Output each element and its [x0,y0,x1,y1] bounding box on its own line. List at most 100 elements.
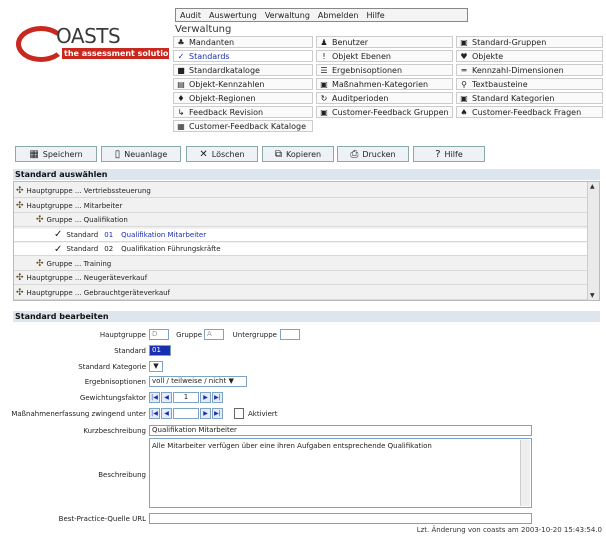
menu-bar: Audit Auswertung Verwaltung Abmelden Hil… [175,8,468,22]
nav-item-label: Textbausteine [472,79,528,89]
hilfe-button[interactable]: ? Hilfe [413,146,485,162]
nav-item-label: Standard-Gruppen [472,37,547,47]
nav-item-18[interactable]: ♠ Customer-Feedback Fragen [456,106,603,118]
nav-item-12[interactable]: ⚲ Textbausteine [456,78,603,90]
menu-audit[interactable]: Audit [176,11,205,20]
nav-item-16[interactable]: ↳ Feedback Revision [173,106,313,118]
toolbar-button-label: Neuanlage [124,149,168,159]
nav-item-1[interactable]: ♣ Mandanten [173,36,313,48]
nav-item-4[interactable]: ✓ Standards [173,50,313,62]
nav-title: Verwaltung [175,24,232,35]
nav-item-6[interactable]: ♥ Objekte [456,50,603,62]
kategorie-select[interactable]: ▼ [149,361,163,372]
speichern-button[interactable]: ▦ Speichern [15,146,97,162]
nav-item-19[interactable]: ▦ Customer-Feedback Kataloge [173,120,313,132]
ergebnisoptionen-icon: ☰ [320,65,328,75]
nav-item-10[interactable]: ▤ Objekt-Kennzahlen [173,78,313,90]
tree-group-row[interactable]: ✣ Hauptgruppe ... Neugeräteverkauf [14,272,589,285]
tree-scrollbar[interactable]: ▲ ▼ [587,182,599,300]
tree-row-label: Gruppe ... Qualifikation [46,216,128,224]
tree-group-row[interactable]: ✣ Hauptgruppe ... Vertriebssteuerung [14,185,589,198]
löschen-button[interactable]: ✕ Löschen [186,146,258,162]
print-icon: ⎙ [350,148,359,160]
untergruppe-field[interactable] [280,329,300,340]
last-change-status: Lzt. Änderung von coasts am 2003-10-20 1… [416,526,602,534]
select-section-header: Standard auswählen [13,169,600,180]
gruppe-field[interactable]: A [204,329,224,340]
edit-section-header: Standard bearbeiten [13,311,600,322]
nav-item-label: Ergebnisoptionen [332,65,403,75]
objekt-kennzahlen-icon: ▤ [177,79,185,89]
objekte-icon: ♥ [460,51,468,61]
tree-group-row[interactable]: ✣ Hauptgruppe ... Gebrauchtgeräteverkauf [14,287,589,300]
nav-item-7[interactable]: ■ Standardkataloge [173,64,313,76]
hauptgruppe-field[interactable]: D [149,329,169,340]
nav-item-17[interactable]: ▣ Customer-Feedback Gruppen [316,106,453,118]
standard-number: 02 [104,245,114,253]
beschreibung-textarea[interactable]: Alle Mitarbeiter verfügen über eine ihre… [149,438,532,508]
massnahme-prev-icon[interactable]: ◀ [161,408,172,419]
massnahme-first-icon[interactable]: |◀ [149,408,160,419]
url-field[interactable] [149,513,532,524]
nav-item-label: Benutzer [332,37,369,47]
gewicht-first-icon[interactable]: |◀ [149,392,160,403]
neuanlage-button[interactable]: ▯ Neuanlage [101,146,181,162]
aktiviert-checkbox[interactable] [234,408,244,419]
nav-item-13[interactable]: ♦ Objekt-Regionen [173,92,313,104]
ergebnis-value: voll / teilweise / nicht [152,377,227,385]
toolbar-button-label: Hilfe [444,149,463,159]
menu-hilfe[interactable]: Hilfe [362,11,388,20]
drucken-button[interactable]: ⎙ Drucken [337,146,409,162]
textarea-scrollbar[interactable] [520,440,530,506]
nav-item-11[interactable]: ▣ Maßnahmen-Kategorien [316,78,453,90]
gewicht-field[interactable]: 1 [173,392,199,403]
feedback-revision-icon: ↳ [177,107,185,117]
check-icon: ✓ [54,243,63,255]
tree-standard-row[interactable]: ✓ Standard 02 Qualifikation Führungskräfte [14,243,589,256]
check-icon: ✓ [54,229,63,240]
standardkataloge-icon: ■ [177,65,185,75]
nav-item-9[interactable]: ═ Kennzahl-Dimensionen [456,64,603,76]
scroll-down-icon[interactable]: ▼ [590,292,595,299]
nav-item-label: Customer-Feedback Kataloge [189,121,307,131]
nav-item-label: Customer-Feedback Gruppen [332,107,449,117]
chevron-down-icon: ▼ [228,377,234,385]
tree-group-row[interactable]: ✣ Gruppe ... Qualifikation [14,214,589,227]
nav-item-15[interactable]: ▣ Standard Kategorien [456,92,603,104]
nav-item-label: Auditperioden [332,93,389,103]
nav-item-label: Feedback Revision [189,107,264,117]
tree-group-row[interactable]: ✣ Gruppe ... Training [14,258,589,271]
nav-item-5[interactable]: ! Objekt Ebenen [316,50,453,62]
new-icon: ▯ [114,148,121,160]
toolbar-button-label: Kopieren [286,149,322,159]
massnahme-field[interactable] [173,408,199,419]
scroll-up-icon[interactable]: ▲ [590,183,595,190]
menu-abmelden[interactable]: Abmelden [314,11,363,20]
objekt-ebenen-icon: ! [322,51,326,61]
standard-kategorien-icon: ▣ [460,93,468,103]
nav-item-14[interactable]: ↻ Auditperioden [316,92,453,104]
gewicht-prev-icon[interactable]: ◀ [161,392,172,403]
nav-item-2[interactable]: ♟ Benutzer [316,36,453,48]
kennzahl-dimensionen-icon: ═ [461,65,467,75]
gewicht-last-icon[interactable]: ▶| [212,392,223,403]
gewicht-next-icon[interactable]: ▶ [200,392,211,403]
tree-standard-row[interactable]: ✓ Standard 01 Qualifikation Mitarbeiter [14,228,589,242]
tree-group-row[interactable]: ✣ Hauptgruppe ... Mitarbeiter [14,200,589,213]
nav-item-label: Objekt Ebenen [332,51,391,61]
menu-verwaltung[interactable]: Verwaltung [261,11,314,20]
group-tree-icon: ✣ [16,200,24,211]
massnahme-next-icon[interactable]: ▶ [200,408,211,419]
chevron-down-icon: ▼ [153,362,159,370]
massnahme-last-icon[interactable]: ▶| [212,408,223,419]
nav-item-label: Kennzahl-Dimensionen [472,65,564,75]
menu-auswertung[interactable]: Auswertung [205,11,261,20]
nav-item-8[interactable]: ☰ Ergebnisoptionen [316,64,453,76]
tree-row-label: Hauptgruppe ... Neugeräteverkauf [26,274,148,282]
nav-item-label: Objekte [472,51,504,61]
nav-item-3[interactable]: ▣ Standard-Gruppen [456,36,603,48]
standard-field[interactable]: 01 [149,345,171,356]
kurzbeschreibung-field[interactable]: Qualifikation Mitarbeiter [149,425,532,436]
ergebnis-select[interactable]: voll / teilweise / nicht ▼ [149,376,247,387]
kopieren-button[interactable]: ⧉ Kopieren [262,146,334,162]
